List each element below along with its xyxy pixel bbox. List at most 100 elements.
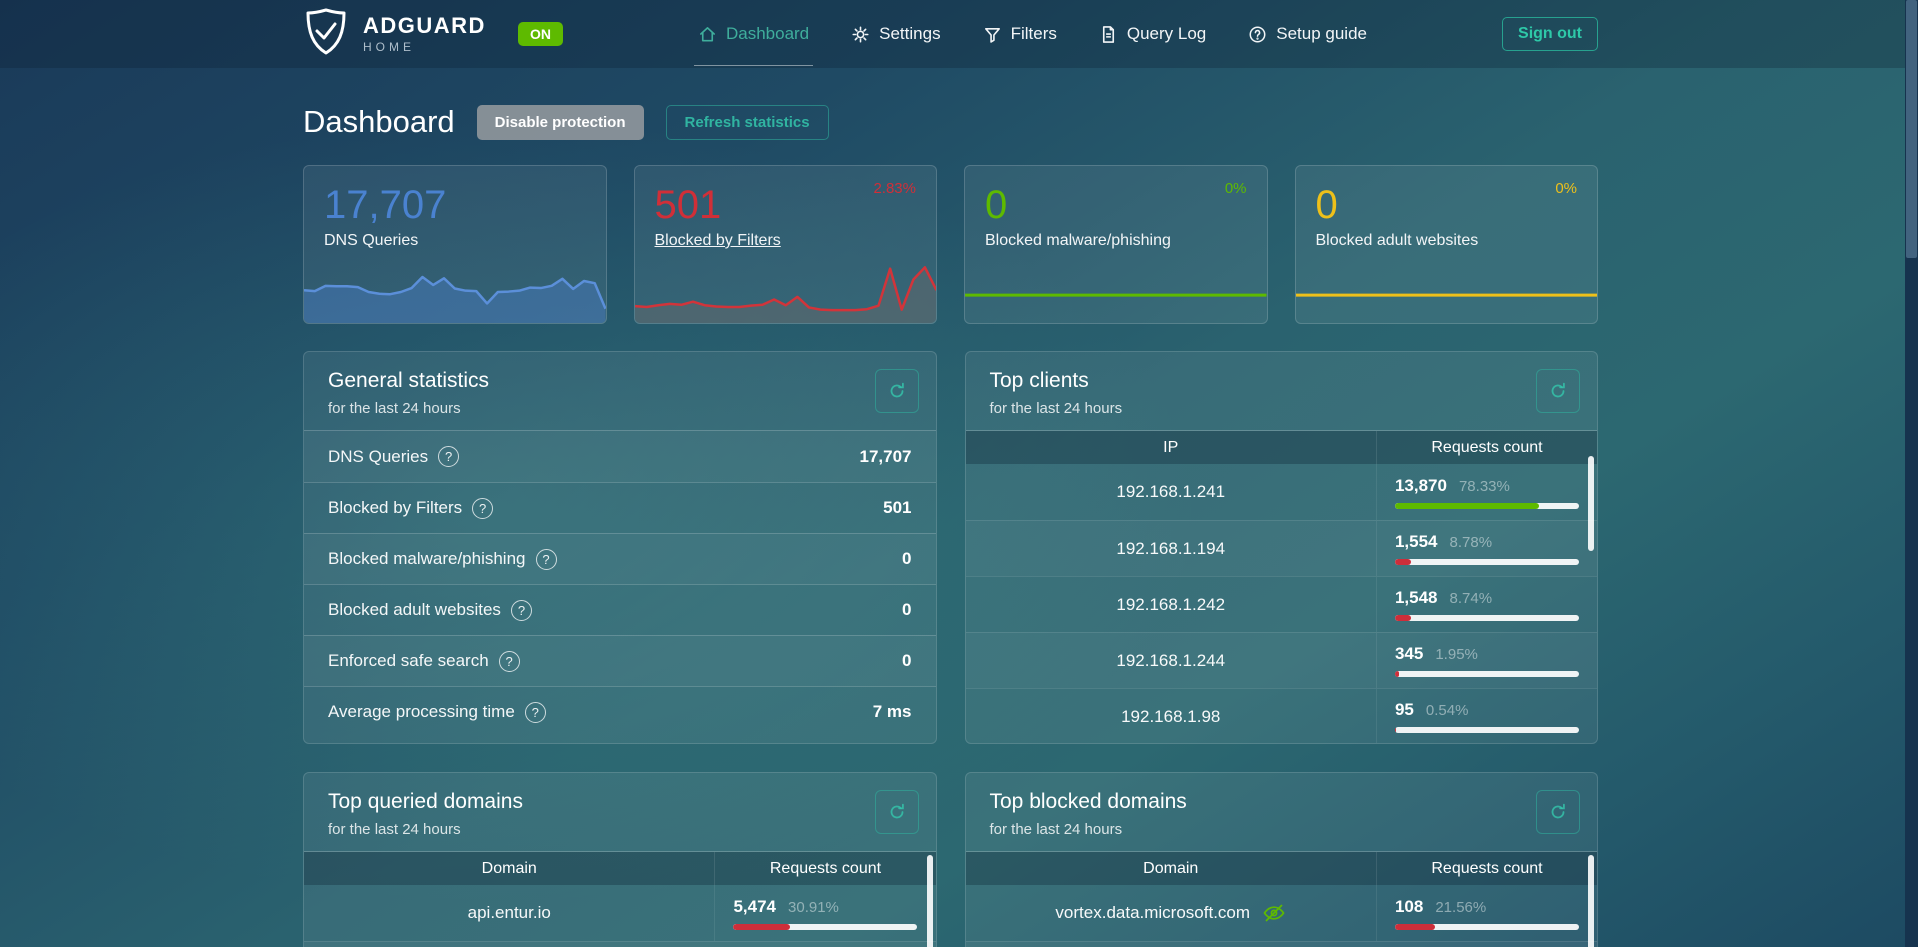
adguard-home-dashboard: ADGUARD HOME ON Dashboard Se	[0, 0, 1918, 947]
progress-bar-fill	[1395, 503, 1539, 509]
dns-queries-sparkline	[304, 265, 606, 323]
nav-label: Dashboard	[726, 24, 809, 44]
progress-bar	[1395, 727, 1579, 733]
row-count: 108	[1395, 897, 1423, 917]
question-circle-icon	[1248, 25, 1267, 44]
nav-item-settings[interactable]: Settings	[851, 24, 940, 44]
nav-label: Setup guide	[1276, 24, 1367, 44]
page-scrollbar[interactable]	[1905, 0, 1918, 947]
row-name: 192.168.1.194	[1116, 539, 1225, 559]
row-count: 13,870	[1395, 476, 1447, 496]
stats-row-label: Blocked malware/phishing	[328, 549, 526, 569]
column-header-domain[interactable]: Domain	[304, 860, 714, 878]
table-header: Domain Requests count	[304, 852, 936, 885]
progress-bar	[1395, 924, 1579, 930]
row-percent: 8.78%	[1450, 534, 1493, 551]
refresh-icon	[1548, 802, 1568, 822]
help-icon[interactable]: ?	[525, 702, 546, 723]
sign-out-button[interactable]: Sign out	[1502, 17, 1598, 51]
table-row[interactable]: 192.168.1.194 1,554 8.78%	[966, 520, 1598, 576]
stats-row-value: 501	[883, 498, 911, 518]
table-row[interactable]: api.entur.io5,47430.91%	[304, 885, 936, 941]
help-icon[interactable]: ?	[438, 446, 459, 467]
row-name: 192.168.1.98	[1121, 707, 1220, 727]
progress-bar	[1395, 671, 1579, 677]
refresh-button[interactable]	[1536, 790, 1580, 834]
help-icon[interactable]: ?	[536, 549, 557, 570]
blocked-malware-value: 0	[985, 182, 1247, 228]
column-header-requests[interactable]: Requests count	[1376, 852, 1597, 885]
panel-subtitle: for the last 24 hours	[990, 821, 1574, 838]
row-count: 1,554	[1395, 532, 1438, 552]
table-row[interactable]	[966, 941, 1598, 947]
panel-subtitle: for the last 24 hours	[990, 400, 1574, 417]
stat-cards: 17,707 DNS Queries 2.83% 501 Blocked by …	[303, 165, 1598, 324]
row-percent: 0.54%	[1426, 702, 1469, 719]
refresh-button[interactable]	[875, 790, 919, 834]
stats-row-label: Average processing time	[328, 702, 515, 722]
table-row[interactable]: 192.168.1.2421,5488.74%	[966, 576, 1598, 632]
table-scrollbar[interactable]	[927, 855, 933, 947]
page-title: Dashboard	[303, 104, 455, 140]
stats-row: DNS Queries?17,707	[304, 431, 936, 482]
table-row[interactable]: 192.168.1.98950.54%	[966, 688, 1598, 744]
top-blocked-domains-panel: Top blocked domains for the last 24 hour…	[965, 772, 1599, 947]
panel-title: Top blocked domains	[990, 790, 1574, 814]
shield-check-icon	[303, 7, 349, 62]
stats-row: Blocked adult websites?0	[304, 584, 936, 635]
help-icon[interactable]: ?	[499, 651, 520, 672]
table-scrollbar[interactable]	[1588, 456, 1594, 551]
table-scrollbar[interactable]	[1588, 855, 1594, 947]
row-percent: 21.56%	[1435, 899, 1486, 916]
progress-bar-fill	[1395, 671, 1399, 677]
progress-bar	[1395, 503, 1579, 509]
general-statistics-rows: DNS Queries?17,707Blocked by Filters?501…	[304, 431, 936, 737]
top-bar: ADGUARD HOME ON Dashboard Se	[0, 0, 1918, 68]
stats-row: Blocked by Filters?501	[304, 482, 936, 533]
nav-item-dashboard[interactable]: Dashboard	[698, 24, 809, 44]
refresh-button[interactable]	[1536, 369, 1580, 413]
stats-row-label: DNS Queries	[328, 447, 428, 467]
table-row[interactable]: 192.168.1.2443451.95%	[966, 632, 1598, 688]
stats-row: Average processing time?7 ms	[304, 686, 936, 737]
nav-item-query-log[interactable]: Query Log	[1099, 24, 1206, 44]
column-header-ip[interactable]: IP	[966, 439, 1376, 457]
progress-bar	[733, 924, 917, 930]
card-blocked-by-filters: 2.83% 501 Blocked by Filters	[634, 165, 938, 324]
card-blocked-malware: 0% 0 Blocked malware/phishing	[964, 165, 1268, 324]
blocked-malware-percent: 0%	[1225, 180, 1247, 197]
nav-item-setup-guide[interactable]: Setup guide	[1248, 24, 1367, 44]
general-statistics-panel: General statistics for the last 24 hours…	[303, 351, 937, 744]
row-percent: 30.91%	[788, 899, 839, 916]
stats-row: Blocked malware/phishing?0	[304, 533, 936, 584]
table-row[interactable]: 192.168.1.24113,87078.33%	[966, 464, 1598, 520]
progress-bar-fill	[1395, 727, 1396, 733]
table-header: Domain Requests count	[966, 852, 1598, 885]
refresh-button[interactable]	[875, 369, 919, 413]
table-row[interactable]: vortex.data.microsoft.com 108 21.56%	[966, 885, 1598, 941]
table-row[interactable]	[304, 941, 936, 947]
row-name: vortex.data.microsoft.com	[1055, 903, 1250, 923]
column-header-requests[interactable]: Requests count	[714, 852, 935, 885]
help-icon[interactable]: ?	[511, 600, 532, 621]
disable-protection-button[interactable]: Disable protection	[477, 105, 644, 140]
nav-label: Settings	[879, 24, 940, 44]
column-header-domain[interactable]: Domain	[966, 860, 1376, 878]
top-clients-rows: 192.168.1.24113,87078.33%192.168.1.1941,…	[966, 464, 1598, 744]
tracking-protection-eye-off-icon[interactable]	[1262, 901, 1286, 925]
top-clients-panel: Top clients for the last 24 hours IP Req…	[965, 351, 1599, 744]
main-nav: Dashboard Settings Filters	[563, 24, 1502, 44]
row-name: 192.168.1.241	[1116, 482, 1225, 502]
refresh-statistics-button[interactable]: Refresh statistics	[666, 105, 829, 140]
help-icon[interactable]: ?	[472, 498, 493, 519]
brand-logo[interactable]: ADGUARD HOME ON	[303, 7, 563, 62]
nav-label: Query Log	[1127, 24, 1206, 44]
stats-row-value: 0	[902, 600, 911, 620]
nav-item-filters[interactable]: Filters	[983, 24, 1057, 44]
row-name: 192.168.1.242	[1116, 595, 1225, 615]
row-count: 345	[1395, 644, 1423, 664]
column-header-requests[interactable]: Requests count	[1376, 431, 1597, 464]
blocked-adult-percent: 0%	[1555, 180, 1577, 197]
blocked-filters-link[interactable]: Blocked by Filters	[655, 232, 781, 250]
page-scrollbar-thumb[interactable]	[1906, 0, 1917, 258]
